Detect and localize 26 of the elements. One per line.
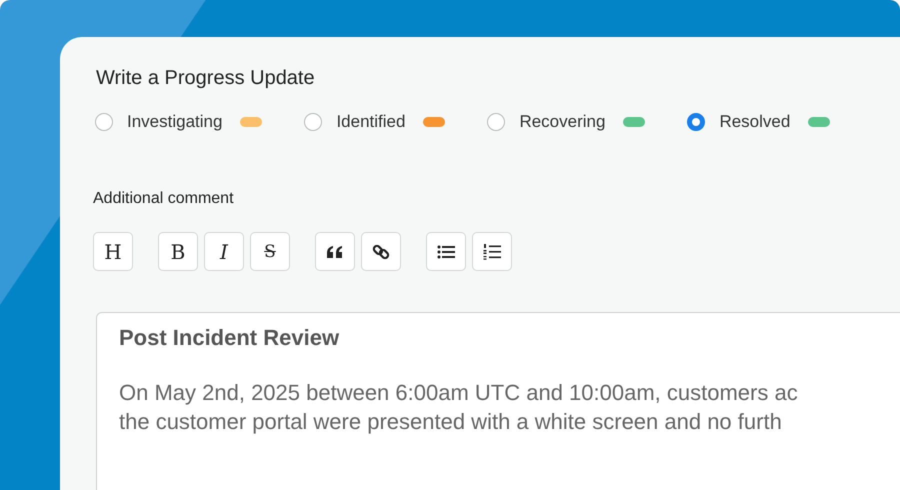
status-label[interactable]: Resolved <box>719 112 790 132</box>
comment-editor[interactable]: Post Incident Review On May 2nd, 2025 between 6:00am UTC and 10:00am, customers ac the customer portal were presented with a white screen and no furth <box>96 312 900 490</box>
link-icon <box>372 242 390 260</box>
editor-text-line: On May 2nd, 2025 between 6:00am UTC and 10:00am, customers ac <box>119 379 799 407</box>
status-radio[interactable] <box>687 113 706 131</box>
form-title: Write a Progress Update <box>96 67 316 90</box>
italic-button[interactable]: I <box>204 232 244 271</box>
status-label[interactable]: Recovering <box>519 112 606 132</box>
status-radio[interactable] <box>95 113 113 131</box>
editor-text-line: the customer portal were presented with a white screen and no furth <box>119 408 783 436</box>
editor-heading: Post Incident Review <box>119 325 340 351</box>
status-radio[interactable] <box>487 113 506 131</box>
bullet-list-button[interactable] <box>426 232 466 271</box>
bullet-list-icon <box>437 244 455 258</box>
numbered-list-button[interactable] <box>472 232 512 271</box>
status-radio[interactable] <box>304 113 322 131</box>
bold-button[interactable]: B <box>158 232 198 271</box>
quote-icon <box>326 244 344 258</box>
strike-button[interactable]: S <box>250 232 290 271</box>
quote-button[interactable] <box>315 232 355 271</box>
status-label[interactable]: Investigating <box>127 112 222 132</box>
numbered-list-icon <box>483 244 501 260</box>
heading-button[interactable]: H <box>93 232 133 271</box>
comment-label: Additional comment <box>93 190 235 208</box>
link-button[interactable] <box>361 232 401 271</box>
status-label[interactable]: Identified <box>336 112 406 132</box>
